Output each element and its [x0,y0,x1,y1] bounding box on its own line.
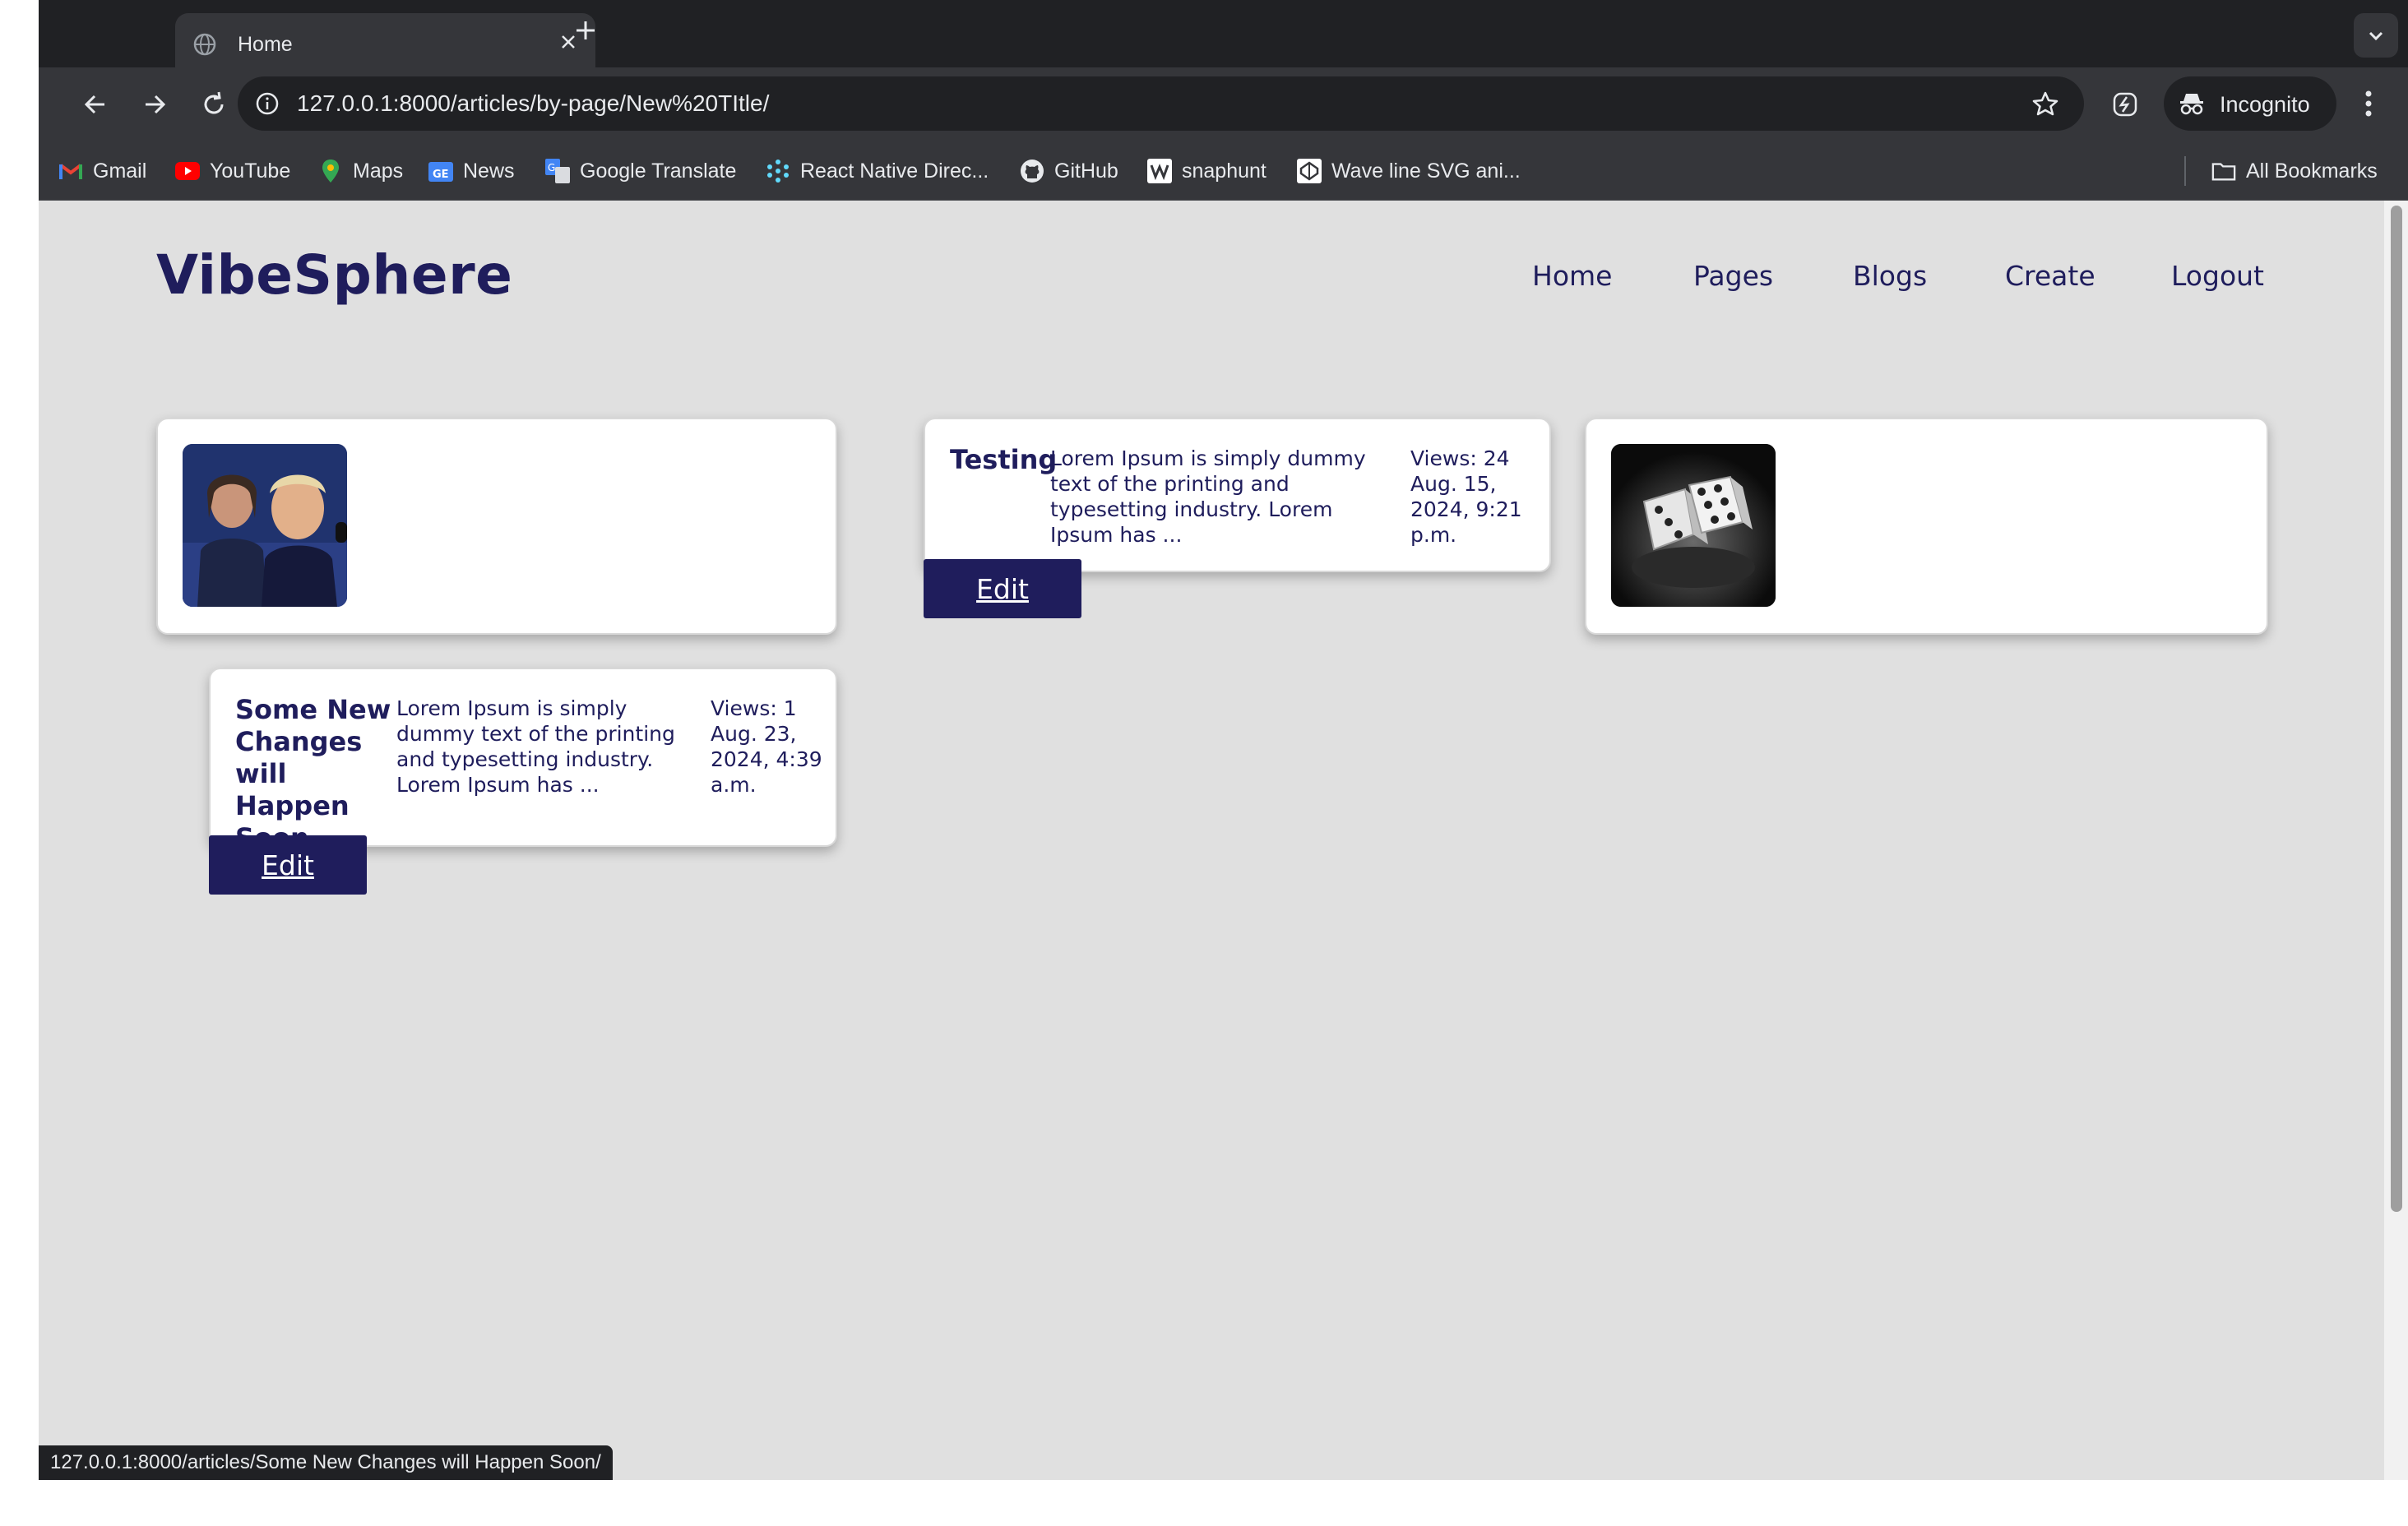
snaphunt-icon [1147,159,1172,183]
bookmark-gmail[interactable]: Gmail [58,156,146,186]
back-icon[interactable] [78,87,113,122]
svg-text:G: G [548,162,555,173]
translate-icon: G [545,159,570,183]
gmail-icon [58,159,83,183]
scrollbar-thumb[interactable] [2391,206,2402,1212]
article-date: Aug. 15, 2024, 9:21 p.m. [1410,472,1522,547]
browser-window: Home 127.0.0.1:8000/articles/by-page/New… [39,0,2408,1480]
bookmark-maps[interactable]: Maps [318,156,403,186]
browser-toolbar: 127.0.0.1:8000/articles/by-page/New%20TI… [39,67,2408,141]
dice-photo[interactable] [1611,444,1776,607]
incognito-icon [2180,94,2203,115]
site-info-icon[interactable] [254,90,280,117]
new-tab-icon[interactable] [573,18,598,43]
url-text: 127.0.0.1:8000/articles/by-page/New%20TI… [297,90,770,116]
bookmark-youtube[interactable]: YouTube [175,156,290,186]
bookmark-wave-line-svg[interactable]: Wave line SVG ani... [1297,156,1521,186]
bookmark-react-native[interactable]: React Native Direc... [766,156,989,186]
address-bar[interactable]: 127.0.0.1:8000/articles/by-page/New%20TI… [238,76,2084,131]
bookmarks-bar: Gmail YouTube Maps GE News G Google Tran… [39,141,2408,201]
article-title[interactable]: Some New Changes will Happen Soon [235,694,400,854]
article-meta: Views: 24 Aug. 15, 2024, 9:21 p.m. [1410,446,1534,548]
site-brand[interactable]: VibeSphere [156,243,512,307]
folder-icon [2211,159,2236,183]
extension-icon[interactable] [2109,89,2141,120]
react-icon [766,159,790,183]
nav-home[interactable]: Home [1532,260,1612,292]
article-card[interactable]: Testing Lorem Ipsum is simply dummy text… [924,418,1551,572]
tab-title: Home [238,33,293,56]
globe-icon [193,33,216,56]
nav-create[interactable]: Create [2005,260,2095,292]
article-meta: Views: 1 Aug. 23, 2024, 4:39 a.m. [711,696,826,798]
image-card[interactable] [1585,418,2268,635]
edit-button[interactable]: Edit [209,835,367,895]
bookmark-google-translate[interactable]: G Google Translate [545,156,736,186]
github-icon [1020,159,1044,183]
nav-logout[interactable]: Logout [2171,260,2264,292]
edit-button[interactable]: Edit [924,559,1081,618]
maps-icon [318,159,343,183]
incognito-badge[interactable]: Incognito [2164,76,2336,131]
codepen-icon [1297,159,1322,183]
article-views: Views: 1 [711,696,797,720]
page-viewport: VibeSphere Home Pages Blogs Create Logou… [39,201,2384,1480]
article-date: Aug. 23, 2024, 4:39 a.m. [711,722,822,797]
nav-blogs[interactable]: Blogs [1853,260,1927,292]
all-bookmarks-button[interactable]: All Bookmarks [2211,156,2378,186]
news-icon: GE [428,159,453,183]
article-title[interactable]: Testing [950,444,1057,476]
tab-search-button[interactable] [2354,13,2398,58]
article-card[interactable]: Some New Changes will Happen Soon Lorem … [209,668,837,853]
bookmarks-divider [2184,156,2186,186]
svg-text:GE: GE [433,169,449,181]
tab-strip: Home [39,0,2408,67]
bookmark-star-icon[interactable] [2031,90,2059,118]
youtube-icon [175,159,200,183]
status-bar-url: 127.0.0.1:8000/articles/Some New Changes… [39,1445,613,1480]
incognito-label: Incognito [2220,92,2310,117]
more-menu-icon[interactable] [2351,86,2386,122]
nav-pages[interactable]: Pages [1693,260,1773,292]
reload-icon[interactable] [197,87,231,122]
article-excerpt: Lorem Ipsum is simply dummy text of the … [1050,446,1366,547]
page-scrollbar[interactable] [2384,201,2408,1480]
chevron-down-icon [2369,31,2383,41]
tab-home[interactable]: Home [175,13,595,67]
article-excerpt: Lorem Ipsum is simply dummy text of the … [396,696,675,797]
image-card[interactable] [156,418,837,635]
bookmark-github[interactable]: GitHub [1020,156,1118,186]
politicians-photo[interactable] [183,444,347,607]
forward-icon[interactable] [137,87,172,122]
bookmark-news[interactable]: GE News [428,156,515,186]
bookmark-snaphunt[interactable]: snaphunt [1147,156,1267,186]
article-views: Views: 24 [1410,446,1510,470]
